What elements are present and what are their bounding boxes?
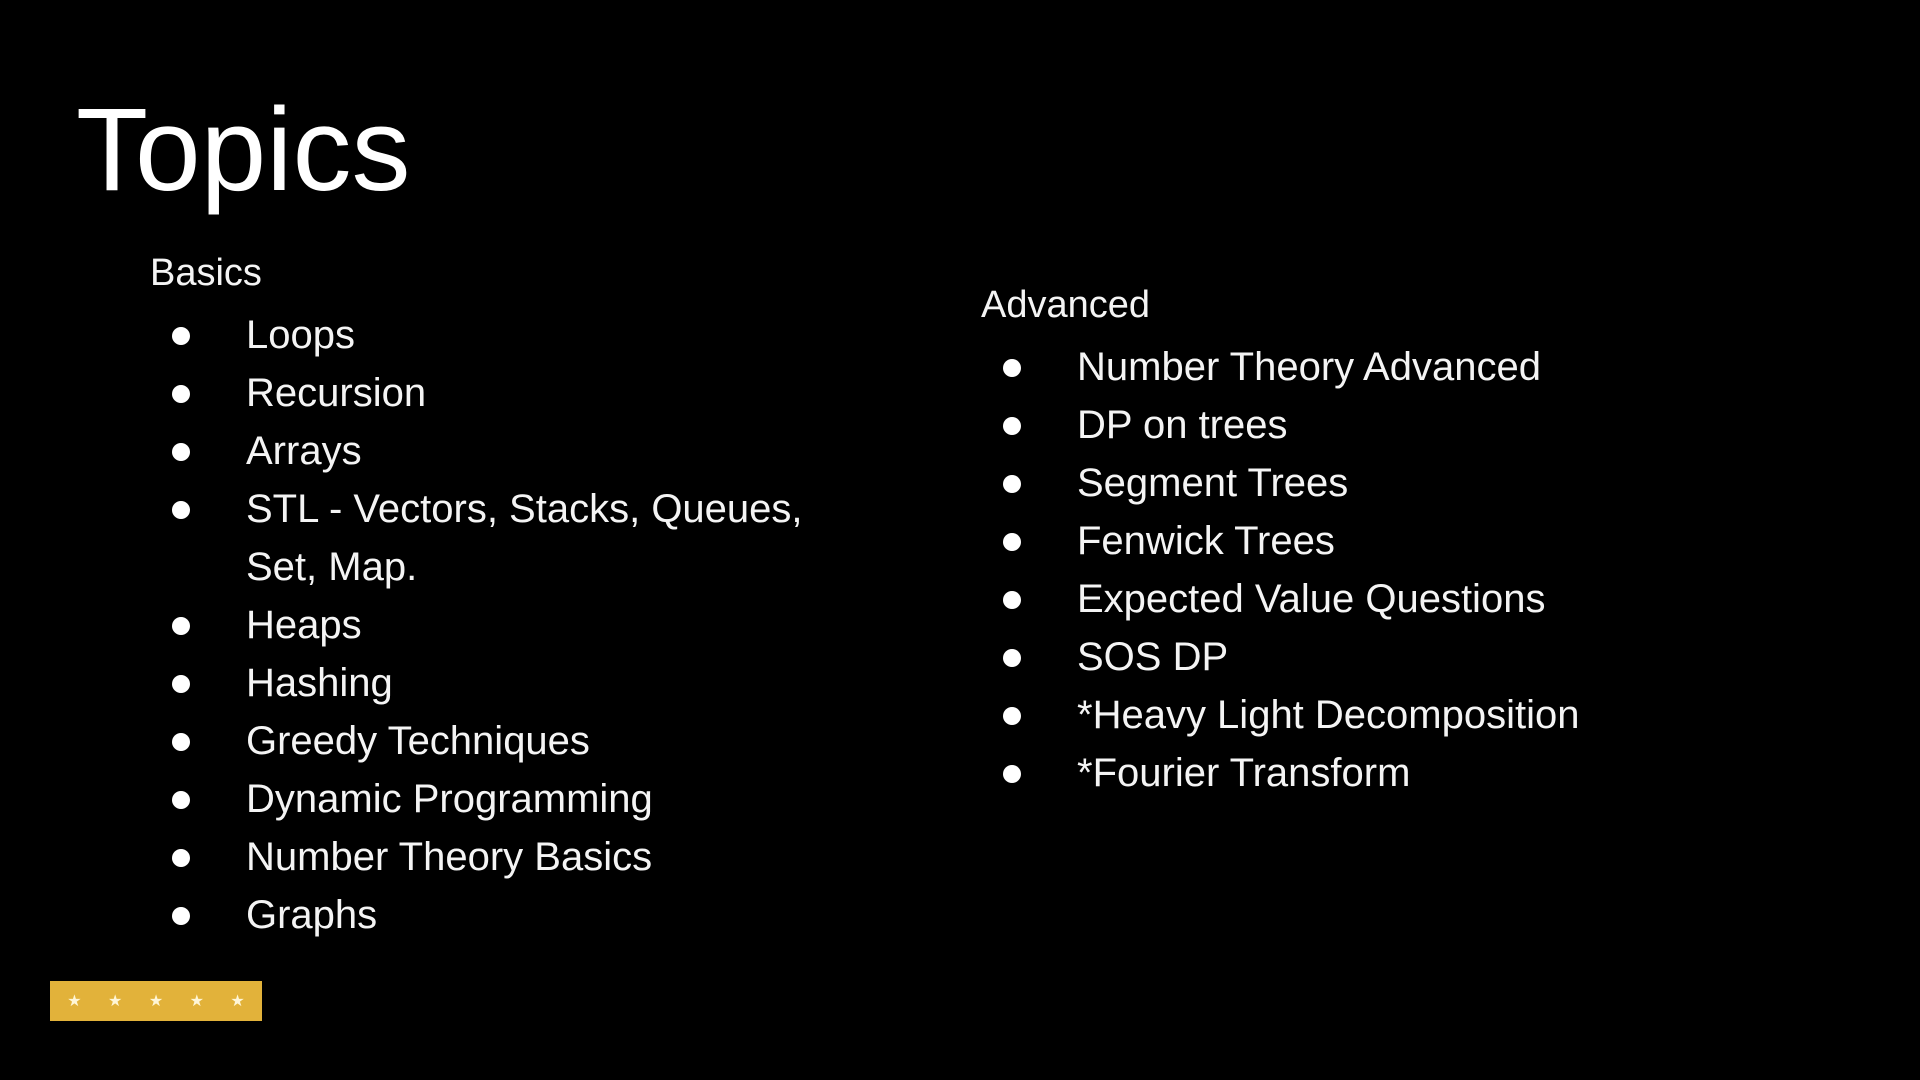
list-item: SOS DP [981,628,1741,686]
list-item: *Heavy Light Decomposition [981,686,1741,744]
advanced-list: Number Theory Advanced DP on trees Segme… [981,338,1741,802]
bullet-icon [1003,359,1021,377]
list-item: Number Theory Advanced [981,338,1741,396]
list-item: Segment Trees [981,454,1741,512]
list-item: *Fourier Transform [981,744,1741,802]
bullet-icon [1003,417,1021,435]
bullet-icon [172,675,190,693]
bullet-icon [1003,707,1021,725]
list-item: Hashing [150,654,850,712]
list-item: Recursion [150,364,850,422]
star-icon[interactable]: ★ [108,993,122,1009]
advanced-heading: Advanced [981,284,1151,326]
bullet-icon [172,617,190,635]
basics-list: Loops Recursion Arrays STL - Vectors, St… [150,306,850,944]
star-icon[interactable]: ★ [149,993,163,1009]
bullet-icon [172,849,190,867]
list-item: Arrays [150,422,850,480]
list-item: Fenwick Trees [981,512,1741,570]
bullet-icon [172,791,190,809]
bullet-icon [172,501,190,519]
list-item: DP on trees [981,396,1741,454]
bullet-icon [172,385,190,403]
list-item: STL - Vectors, Stacks, Queues, Set, Map. [150,480,850,596]
list-item: Expected Value Questions [981,570,1741,628]
slide: Topics Basics Loops Recursion Arrays STL… [0,0,1920,1080]
list-item: Dynamic Programming [150,770,850,828]
list-item: Graphs [150,886,850,944]
star-icon[interactable]: ★ [67,993,81,1009]
bullet-icon [172,907,190,925]
bullet-icon [1003,765,1021,783]
bullet-icon [172,733,190,751]
star-icon[interactable]: ★ [190,993,204,1009]
list-item: Number Theory Basics [150,828,850,886]
slide-title: Topics [76,84,411,216]
star-rating[interactable]: ★ ★ ★ ★ ★ [50,981,262,1021]
bullet-icon [172,443,190,461]
basics-heading: Basics [150,252,262,294]
star-icon[interactable]: ★ [230,993,244,1009]
list-item: Greedy Techniques [150,712,850,770]
bullet-icon [1003,649,1021,667]
list-item: Heaps [150,596,850,654]
advanced-section: Advanced Number Theory Advanced DP on tr… [981,280,1741,802]
bullet-icon [1003,591,1021,609]
bullet-icon [1003,533,1021,551]
basics-section: Basics Loops Recursion Arrays STL - Vect… [150,248,850,944]
bullet-icon [1003,475,1021,493]
list-item: Loops [150,306,850,364]
bullet-icon [172,327,190,345]
